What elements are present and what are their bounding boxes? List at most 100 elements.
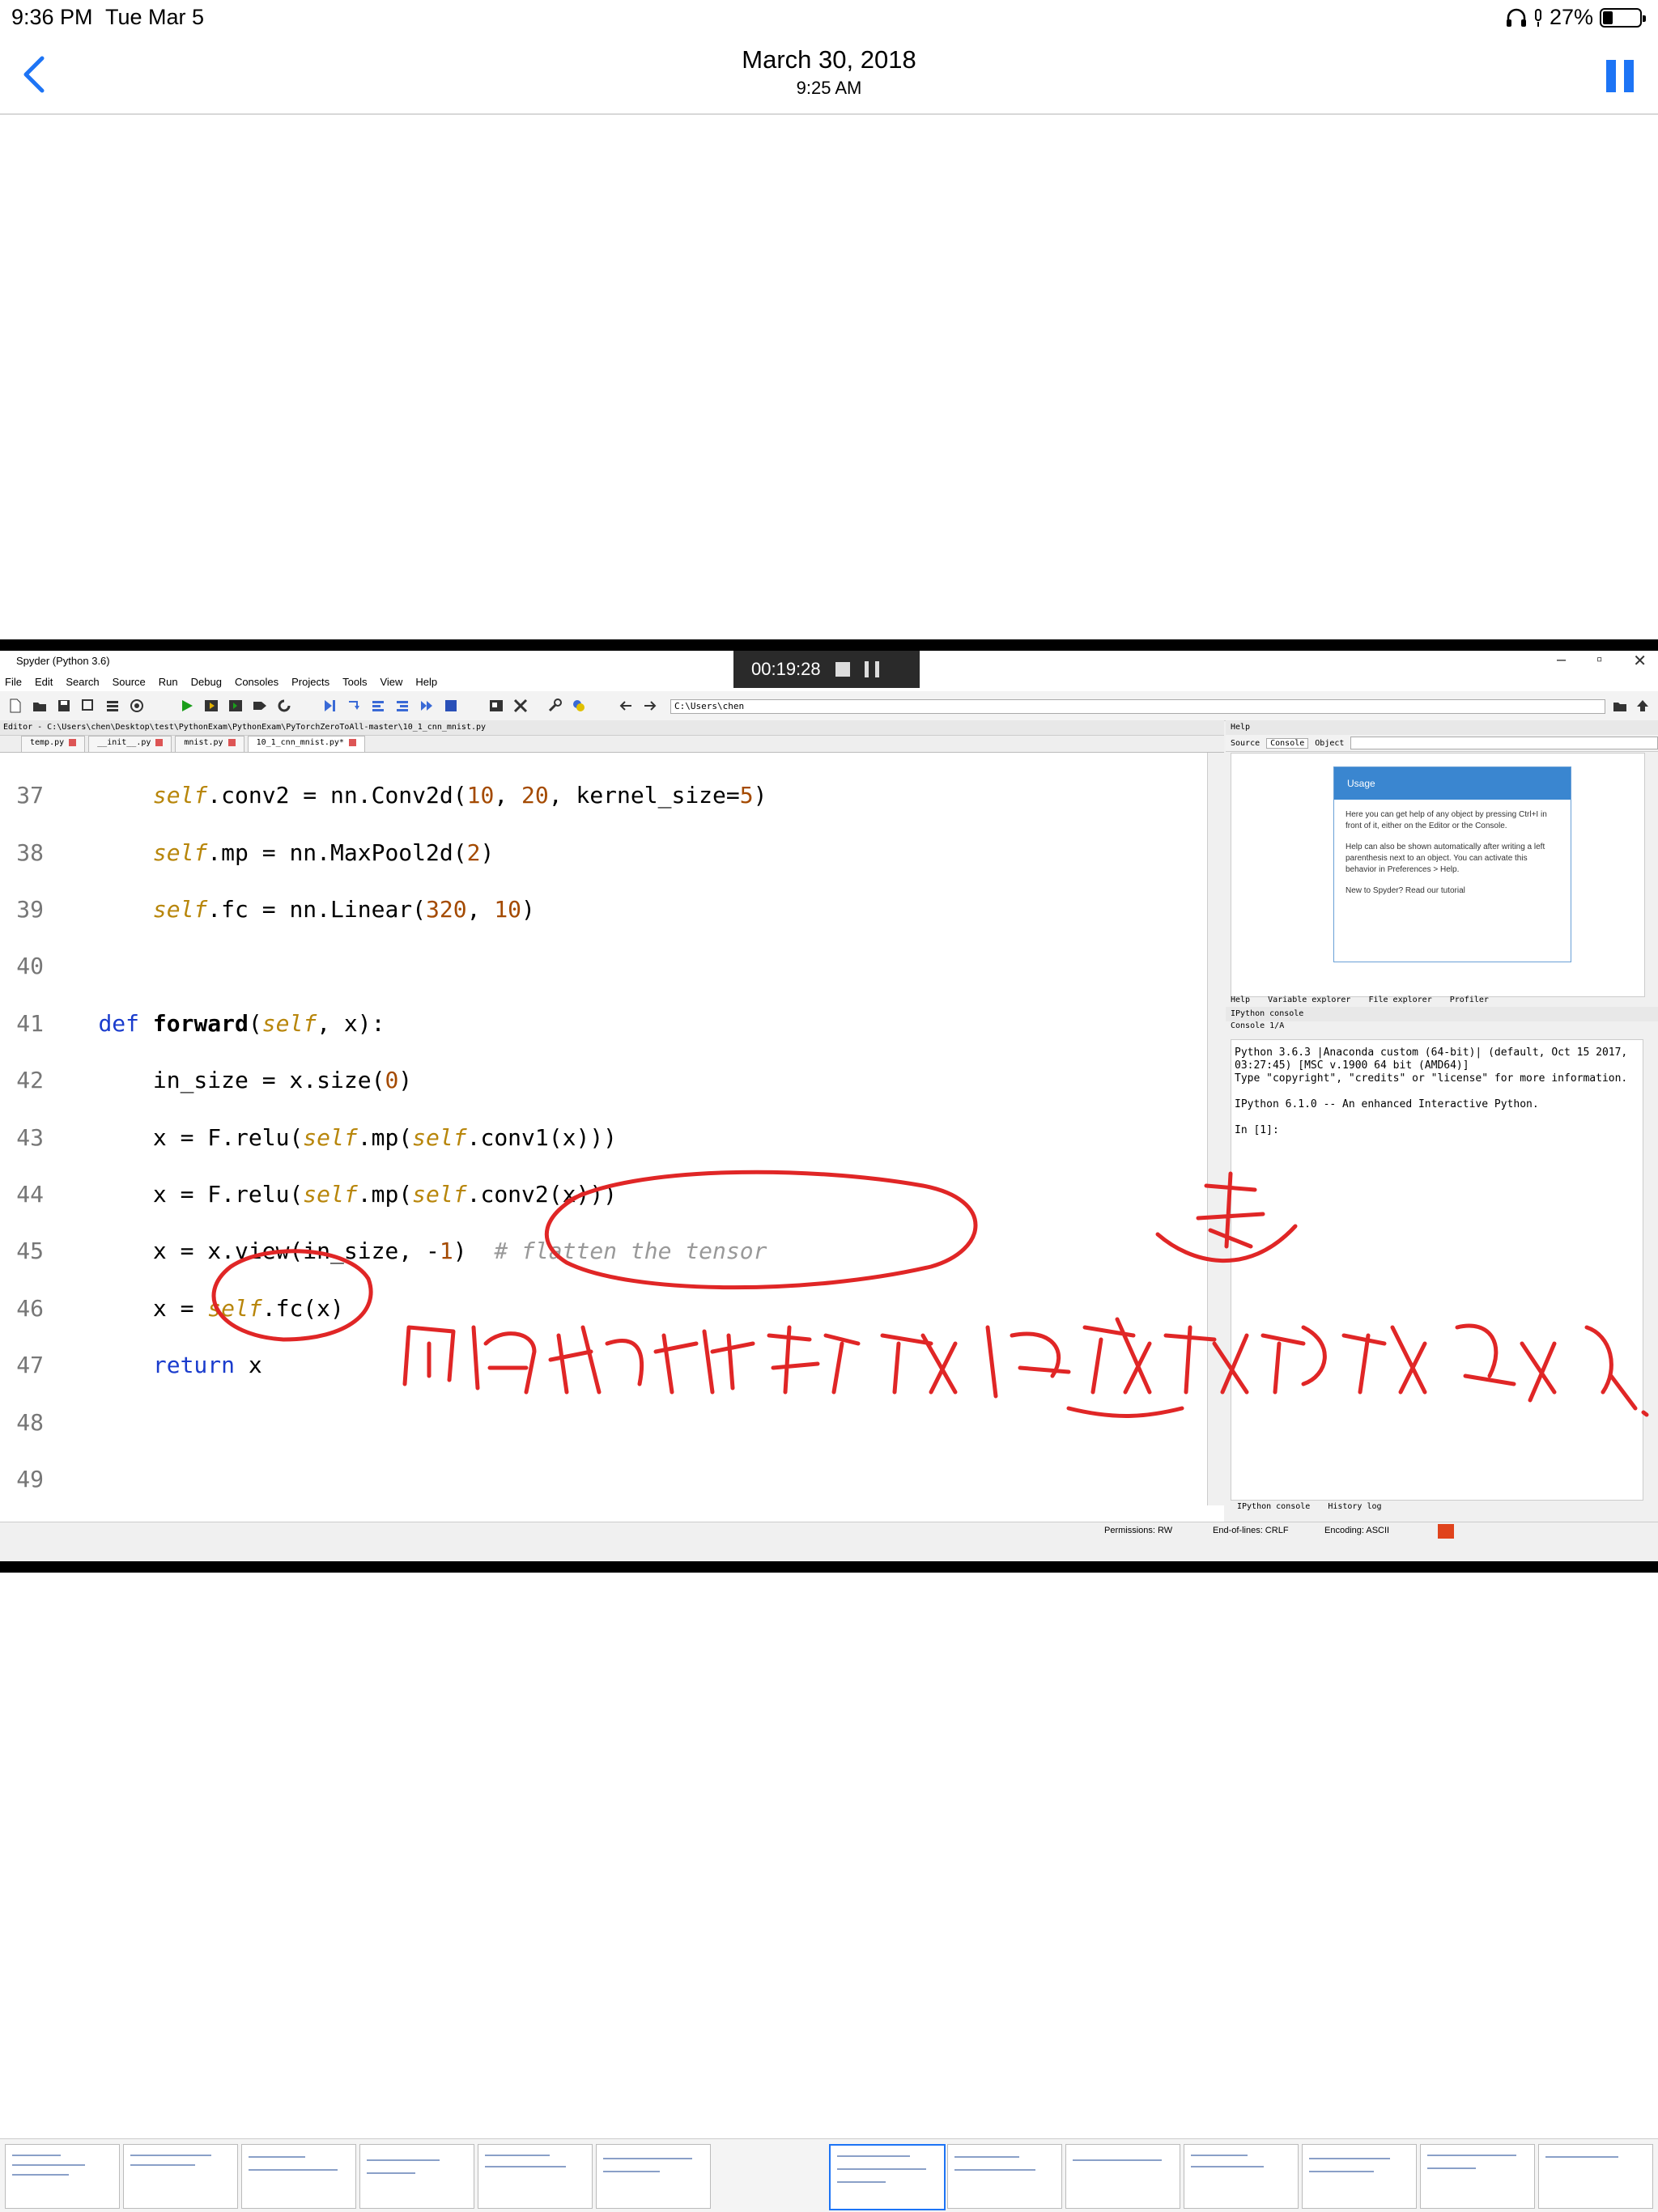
menu-source[interactable]: Source	[113, 676, 146, 688]
object-input[interactable]	[1350, 737, 1658, 749]
close-tab-icon[interactable]	[227, 738, 236, 746]
wrench-icon[interactable]	[547, 698, 562, 713]
video-frame[interactable]: Spyder (Python 3.6) – ▫ ✕ File Edit Sear…	[0, 639, 1658, 1573]
close-tab-icon[interactable]	[155, 738, 164, 746]
debug-icon[interactable]	[322, 698, 337, 713]
help-content: Usage Here you can get help of any objec…	[1231, 753, 1645, 997]
continue-icon[interactable]	[419, 698, 434, 713]
source-select[interactable]: Console	[1266, 737, 1309, 749]
fullscreen-icon[interactable]	[513, 698, 528, 713]
save-all-icon[interactable]	[81, 698, 96, 713]
stop-record-icon[interactable]	[835, 662, 850, 677]
pause-bar-right	[1624, 60, 1634, 92]
working-directory-input[interactable]: C:\Users\chen	[670, 699, 1605, 714]
menu-run[interactable]: Run	[159, 676, 178, 688]
console-tab[interactable]: Console 1/A	[1231, 1021, 1284, 1030]
editor-pane: Editor - C:\Users\chen\Desktop\test\Pyth…	[0, 720, 1224, 1522]
browse-folder-icon[interactable]	[1613, 698, 1627, 713]
step-into-icon[interactable]	[371, 698, 385, 713]
step-icon[interactable]	[346, 698, 361, 713]
page-thumbnail[interactable]	[1065, 2144, 1180, 2209]
tab-temp[interactable]: temp.py	[21, 736, 86, 752]
ide-status-bar: Permissions: RW End-of-lines: CRLF Encod…	[0, 1522, 1658, 1540]
open-folder-icon[interactable]	[32, 698, 47, 713]
menu-file[interactable]: File	[5, 676, 22, 688]
page-thumbnail[interactable]	[1538, 2144, 1653, 2209]
status-time: 9:36 PM	[11, 5, 93, 29]
mic-icon	[1534, 8, 1541, 27]
tab-init[interactable]: __init__.py	[88, 736, 172, 752]
at-icon[interactable]	[130, 698, 144, 713]
tab-variable-explorer[interactable]: Variable explorer	[1268, 996, 1350, 1004]
console-output[interactable]: Python 3.6.3 |Anaconda custom (64-bit)| …	[1231, 1039, 1643, 1501]
page-thumbnail[interactable]	[5, 2144, 120, 2209]
run-cell-icon[interactable]	[204, 698, 219, 713]
battery-percent: 27%	[1549, 5, 1593, 29]
maximize-icon[interactable]: ▫	[1596, 651, 1602, 671]
run-cell-advance-icon[interactable]	[228, 698, 243, 713]
recording-date: March 30, 2018	[742, 45, 916, 74]
arrow-right-icon[interactable]	[643, 698, 657, 713]
close-tab-icon[interactable]	[69, 738, 77, 746]
recording-timer: 00:19:28	[733, 651, 920, 688]
menu-tools[interactable]: Tools	[342, 676, 367, 688]
python-path-icon[interactable]	[572, 698, 586, 713]
run-selection-icon[interactable]	[253, 698, 267, 713]
tab-file-explorer[interactable]: File explorer	[1368, 996, 1431, 1004]
object-label: Object	[1315, 738, 1345, 748]
rerun-icon[interactable]	[277, 698, 291, 713]
close-tab-icon[interactable]	[348, 738, 356, 746]
editor-tabs: temp.py __init__.py mnist.py 10_1_cnn_mn…	[0, 736, 1224, 753]
status-bar: 9:36 PM Tue Mar 5 27%	[0, 0, 1658, 36]
arrow-left-icon[interactable]	[619, 698, 633, 713]
menu-view[interactable]: View	[380, 676, 402, 688]
code-editor[interactable]: 37 self.conv2 = nn.Conv2d(10, 20, kernel…	[0, 753, 1206, 1505]
stop-icon[interactable]	[444, 698, 458, 713]
page-thumbnail[interactable]	[947, 2144, 1062, 2209]
page-thumbnail[interactable]	[596, 2144, 711, 2209]
new-file-icon[interactable]	[8, 698, 23, 713]
page-thumbnail-current[interactable]	[829, 2144, 946, 2210]
page-thumbnail[interactable]	[478, 2144, 593, 2209]
menu-search[interactable]: Search	[66, 676, 99, 688]
page-thumbnail[interactable]	[241, 2144, 356, 2209]
usage-text-3[interactable]: New to Spyder? Read our tutorial	[1346, 885, 1559, 897]
menu-projects[interactable]: Projects	[291, 676, 329, 688]
menu-edit[interactable]: Edit	[35, 676, 53, 688]
help-source-row: Source Console Object	[1226, 735, 1658, 752]
tab-label: mnist.py	[184, 738, 223, 747]
menu-help[interactable]: Help	[415, 676, 437, 688]
status-right: 27%	[1506, 5, 1646, 30]
step-return-icon[interactable]	[395, 698, 410, 713]
close-icon[interactable]: ✕	[1633, 651, 1647, 671]
line-number: 42	[16, 1067, 44, 1094]
menu-debug[interactable]: Debug	[191, 676, 222, 688]
minimize-icon[interactable]: –	[1557, 651, 1566, 671]
menu-consoles[interactable]: Consoles	[235, 676, 278, 688]
page-thumbnail[interactable]	[359, 2144, 474, 2209]
code-line: 45 x = x.view(in_size, -1) # flatten the…	[0, 1237, 1206, 1265]
tab-cnn-mnist[interactable]: 10_1_cnn_mnist.py*	[247, 736, 365, 752]
input-method-icon[interactable]	[1438, 1524, 1454, 1539]
pause-record-icon[interactable]	[864, 661, 879, 677]
usage-title: Usage	[1334, 767, 1571, 800]
page-thumbnail[interactable]	[1302, 2144, 1417, 2209]
parent-dir-icon[interactable]	[1635, 698, 1650, 713]
tab-help[interactable]: Help	[1231, 996, 1250, 1004]
tab-mnist[interactable]: mnist.py	[175, 736, 244, 752]
maximize-pane-icon[interactable]	[489, 698, 504, 713]
pause-button[interactable]	[1606, 60, 1635, 92]
tab-profiler[interactable]: Profiler	[1450, 996, 1489, 1004]
line-number: 39	[16, 895, 44, 923]
page-thumbnail[interactable]	[1420, 2144, 1535, 2209]
run-icon[interactable]	[180, 698, 194, 713]
page-thumbnail[interactable]	[123, 2144, 238, 2209]
list-icon[interactable]	[105, 698, 120, 713]
tab-ipython-console[interactable]: IPython console	[1237, 1502, 1310, 1511]
editor-scrollbar[interactable]	[1207, 753, 1224, 1505]
line-number: 49	[16, 1465, 44, 1492]
tab-history-log[interactable]: History log	[1328, 1502, 1381, 1511]
battery-fill	[1603, 11, 1613, 24]
page-thumbnail[interactable]	[1184, 2144, 1299, 2209]
save-icon[interactable]	[57, 698, 71, 713]
